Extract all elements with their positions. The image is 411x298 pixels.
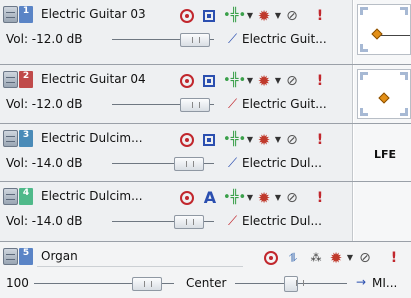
- track-icon[interactable]: 4: [3, 188, 37, 205]
- volume-label: Vol: -12.0 dB: [6, 97, 83, 111]
- volume-label: Vol: -14.0 dB: [6, 214, 83, 228]
- track-number: 2: [19, 71, 33, 88]
- chevron-down-icon[interactable]: ▼: [246, 132, 254, 148]
- output-label[interactable]: MI...: [372, 276, 397, 290]
- output-label[interactable]: Electric Guit...: [242, 32, 327, 46]
- chevron-down-icon[interactable]: ▼: [246, 73, 254, 89]
- track-icon[interactable]: 1: [3, 6, 37, 23]
- track-name-field[interactable]: Electric Dulcim...: [37, 187, 177, 207]
- chevron-down-icon[interactable]: ▼: [346, 250, 354, 266]
- exclamation-icon[interactable]: !: [312, 190, 328, 206]
- pan-label: Center: [186, 276, 227, 290]
- pan-position-marker[interactable]: [378, 92, 390, 104]
- track-icon[interactable]: 5: [3, 248, 37, 265]
- bus-track: 5 Organ ⥮ ⁂ ✹ ▼ ⊘ ! 100 Center → MI...: [0, 242, 411, 298]
- track-name-field[interactable]: Electric Guitar 03: [37, 5, 177, 25]
- lfe-label: LFE: [374, 148, 397, 161]
- track-1-header: 1 Electric Guitar 03 •╬• ▼ ✹ ▼ ⊘ ! Vol: …: [0, 0, 353, 64]
- surround-panner[interactable]: [357, 4, 411, 55]
- volume-label: Vol: -12.0 dB: [6, 32, 83, 46]
- chevron-down-icon[interactable]: ▼: [246, 8, 254, 24]
- chevron-down-icon[interactable]: ▼: [274, 132, 282, 148]
- insert-routing-icon[interactable]: •╬•: [223, 132, 246, 148]
- record-arm-icon[interactable]: [264, 251, 278, 265]
- mono-icon[interactable]: ⁂: [308, 250, 324, 266]
- record-arm-icon[interactable]: [180, 191, 194, 205]
- chevron-down-icon[interactable]: ▼: [246, 190, 254, 206]
- insert-routing-icon[interactable]: •╬•: [223, 190, 246, 206]
- volume-slider-thumb[interactable]: [132, 277, 162, 291]
- volume-value: 100: [6, 276, 29, 290]
- track-icon[interactable]: 2: [3, 71, 37, 88]
- chevron-down-icon[interactable]: ▼: [274, 190, 282, 206]
- track-3-header: 3 Electric Dulcim... •╬• ▼ ✹ ▼ ⊘ ! Vol: …: [0, 124, 353, 181]
- fx-icon[interactable]: ✹: [256, 8, 272, 24]
- insert-routing-icon[interactable]: •╬•: [223, 8, 246, 24]
- output-icon: ⟋: [228, 156, 238, 171]
- input-monitor-icon[interactable]: [203, 75, 215, 87]
- input-monitor-icon[interactable]: [203, 134, 215, 146]
- insert-routing-icon[interactable]: •╬•: [223, 73, 246, 89]
- pan-slider-thumb[interactable]: [284, 276, 304, 292]
- volume-slider-thumb[interactable]: [180, 33, 210, 47]
- track-icon[interactable]: 3: [3, 130, 37, 147]
- volume-slider-thumb[interactable]: [174, 215, 204, 229]
- fx-icon[interactable]: ✹: [256, 132, 272, 148]
- chevron-down-icon[interactable]: ▼: [274, 8, 282, 24]
- track-number: 5: [19, 248, 33, 265]
- no-entry-icon[interactable]: ⊘: [284, 132, 300, 148]
- no-entry-icon[interactable]: ⊘: [357, 250, 373, 266]
- bus-header: 5 Organ ⥮ ⁂ ✹ ▼ ⊘ ! 100 Center → MI...: [0, 242, 411, 298]
- volume-label: Vol: -14.0 dB: [6, 156, 83, 170]
- output-label[interactable]: Electric Guit...: [242, 97, 327, 111]
- output-icon: ⟋: [228, 97, 238, 112]
- track-name-field[interactable]: Electric Guitar 04: [37, 70, 177, 90]
- no-entry-icon[interactable]: ⊘: [284, 8, 300, 24]
- output-icon: →: [356, 275, 367, 289]
- no-entry-icon[interactable]: ⊘: [284, 190, 300, 206]
- track-name-field[interactable]: Electric Dulcim...: [37, 129, 177, 149]
- track-3: 3 Electric Dulcim... •╬• ▼ ✹ ▼ ⊘ ! Vol: …: [0, 124, 411, 182]
- track-1-panner-area: [354, 0, 411, 64]
- track-number: 1: [19, 6, 33, 23]
- volume-slider-thumb[interactable]: [174, 157, 204, 171]
- volume-slider-thumb[interactable]: [180, 98, 210, 112]
- exclamation-icon[interactable]: !: [312, 132, 328, 148]
- track-1: 1 Electric Guitar 03 •╬• ▼ ✹ ▼ ⊘ ! Vol: …: [0, 0, 411, 65]
- output-icon: ⟋: [228, 32, 238, 47]
- input-monitor-icon[interactable]: [203, 10, 215, 22]
- exclamation-icon[interactable]: !: [312, 73, 328, 89]
- bus-routing-icon[interactable]: ⥮: [285, 250, 301, 266]
- automation-icon[interactable]: A: [202, 190, 218, 206]
- output-label[interactable]: Electric Dul...: [242, 156, 322, 170]
- chevron-down-icon[interactable]: ▼: [274, 73, 282, 89]
- track-2: 2 Electric Guitar 04 •╬• ▼ ✹ ▼ ⊘ ! Vol: …: [0, 65, 411, 124]
- no-entry-icon[interactable]: ⊘: [284, 73, 300, 89]
- record-arm-icon[interactable]: [180, 133, 194, 147]
- surround-panner[interactable]: [357, 69, 411, 119]
- exclamation-icon[interactable]: !: [386, 250, 402, 266]
- fx-icon[interactable]: ✹: [256, 73, 272, 89]
- track-number: 3: [19, 130, 33, 147]
- exclamation-icon[interactable]: !: [312, 8, 328, 24]
- record-arm-icon[interactable]: [180, 9, 194, 23]
- track-number: 4: [19, 188, 33, 205]
- track-4: 4 Electric Dulcim... A •╬• ▼ ✹ ▼ ⊘ ! Vol…: [0, 182, 411, 242]
- output-icon: ⟋: [228, 214, 238, 229]
- bus-name-field[interactable]: Organ: [37, 247, 243, 267]
- output-label[interactable]: Electric Dul...: [242, 214, 322, 228]
- track-3-panner-area: LFE: [354, 124, 411, 181]
- pan-position-marker[interactable]: [371, 28, 383, 40]
- fx-icon[interactable]: ✹: [328, 250, 344, 266]
- track-4-header: 4 Electric Dulcim... A •╬• ▼ ✹ ▼ ⊘ ! Vol…: [0, 182, 353, 241]
- track-4-panner-area: [354, 182, 411, 241]
- track-2-panner-area: [354, 65, 411, 123]
- track-2-header: 2 Electric Guitar 04 •╬• ▼ ✹ ▼ ⊘ ! Vol: …: [0, 65, 353, 123]
- fx-icon[interactable]: ✹: [256, 190, 272, 206]
- record-arm-icon[interactable]: [180, 74, 194, 88]
